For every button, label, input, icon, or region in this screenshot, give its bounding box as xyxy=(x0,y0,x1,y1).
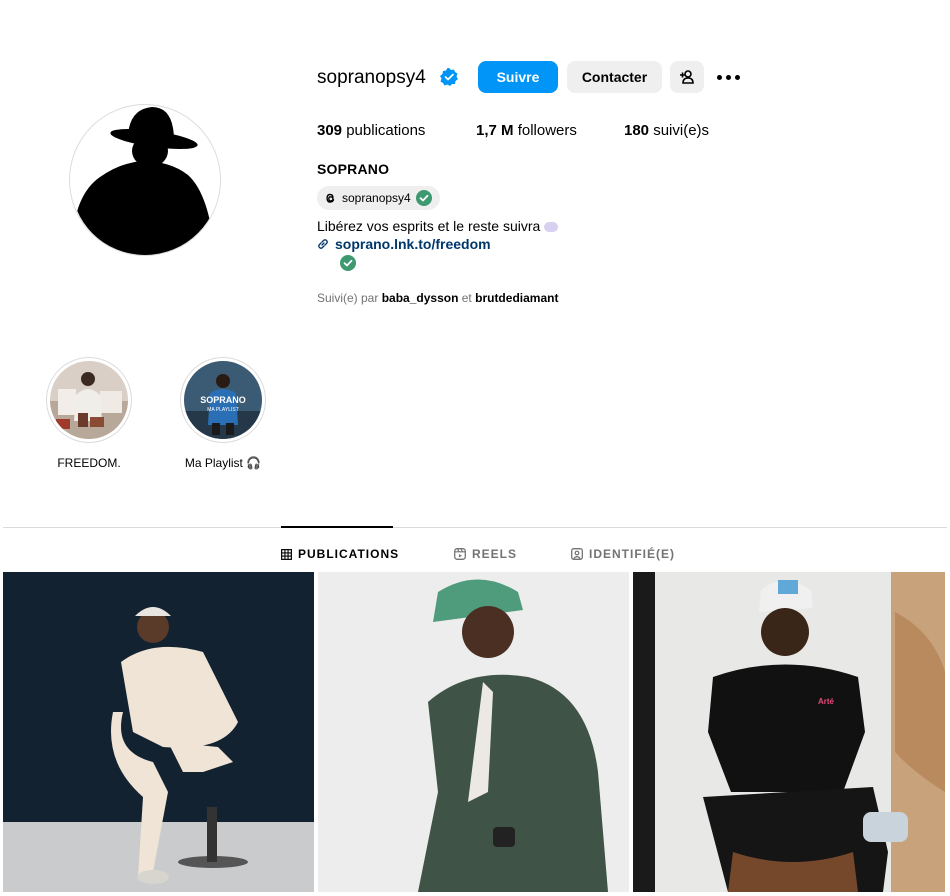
post-thumbnail[interactable] xyxy=(318,572,629,892)
highlight-playlist[interactable]: SOPRANO MA PLAYLIST xyxy=(180,357,266,443)
tabs-divider xyxy=(3,527,947,528)
profile-link[interactable]: soprano.lnk.to/freedom xyxy=(317,236,491,252)
profile-avatar[interactable] xyxy=(69,104,221,256)
profile-username: sopranopsy4 xyxy=(317,67,426,88)
highlight-cover xyxy=(50,361,128,439)
posts-count: 309 publications xyxy=(317,122,426,139)
profile-full-name: SOPRANO xyxy=(317,161,390,177)
grid-icon xyxy=(281,548,292,560)
check-badge-icon xyxy=(415,190,432,206)
threads-handle: sopranopsy4 xyxy=(342,191,411,205)
add-user-icon xyxy=(680,70,694,84)
link-icon xyxy=(318,239,328,249)
active-tab-indicator xyxy=(281,526,393,528)
contact-button[interactable]: Contacter xyxy=(567,61,662,93)
threads-badge[interactable]: sopranopsy4 xyxy=(317,186,440,210)
post-thumbnail[interactable] xyxy=(3,572,314,892)
verified-badge-icon xyxy=(440,68,458,86)
tab-reels[interactable]: REELS xyxy=(454,547,517,561)
playlist-cover-title: SOPRANO xyxy=(200,395,246,405)
highlight-label: Ma Playlist 🎧 xyxy=(184,456,262,470)
playlist-cover-subtitle: MA PLAYLIST xyxy=(207,407,239,413)
follow-button[interactable]: Suivre xyxy=(478,61,558,93)
speech-bubble-icon xyxy=(544,222,559,233)
highlight-label: FREEDOM. xyxy=(57,456,121,470)
check-badge-icon xyxy=(340,255,356,271)
threads-icon xyxy=(326,193,335,203)
highlight-cover: SOPRANO MA PLAYLIST xyxy=(184,361,262,439)
suggested-users-button[interactable] xyxy=(670,61,704,93)
reels-icon xyxy=(454,548,466,560)
more-options-icon[interactable] xyxy=(714,68,742,86)
followers-count[interactable]: 1,7 M followers xyxy=(476,122,577,139)
profile-bio: Libérez vos esprits et le reste suivra xyxy=(317,218,559,234)
tab-tagged[interactable]: IDENTIFIÉ(E) xyxy=(571,547,675,561)
tab-publications[interactable]: PUBLICATIONS xyxy=(281,547,399,561)
tagged-icon xyxy=(571,548,583,560)
post-thumbnail[interactable]: Arté xyxy=(633,572,945,892)
following-count[interactable]: 180 suivi(e)s xyxy=(624,122,709,139)
followed-by[interactable]: Suivi(e) par baba_dysson et brutdediaman… xyxy=(317,291,558,305)
highlight-freedom[interactable] xyxy=(46,357,132,443)
shirt-logo-text: Arté xyxy=(818,697,835,706)
